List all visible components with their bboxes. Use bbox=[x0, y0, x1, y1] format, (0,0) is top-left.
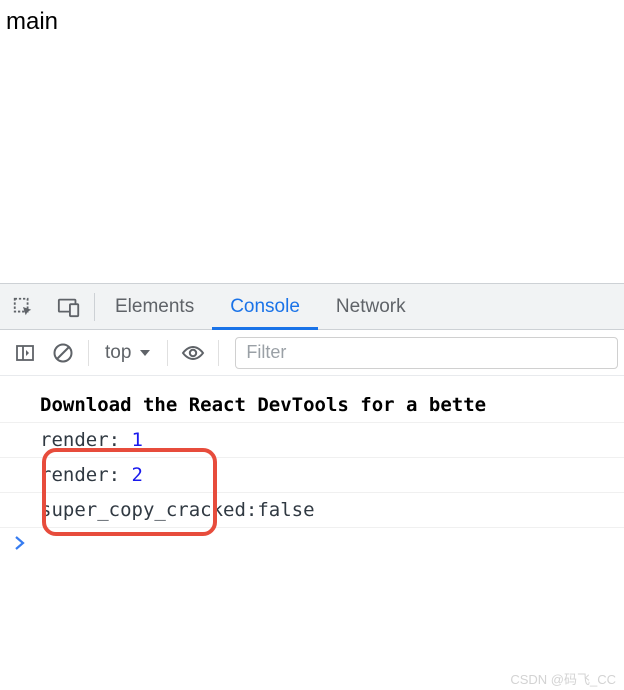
context-selector[interactable]: top bbox=[95, 330, 161, 376]
divider bbox=[94, 293, 95, 321]
tab-elements[interactable]: Elements bbox=[97, 284, 212, 330]
console-log-row: render: 2 bbox=[0, 458, 624, 493]
console-message: Download the React DevTools for a bette bbox=[0, 388, 624, 423]
console-output: Download the React DevTools for a bette … bbox=[0, 376, 624, 558]
console-log-label: render: bbox=[40, 464, 132, 486]
device-toggle-icon[interactable] bbox=[46, 284, 92, 330]
sidebar-toggle-icon[interactable] bbox=[6, 330, 44, 376]
tab-network[interactable]: Network bbox=[318, 284, 424, 330]
devtools-panel: Elements Console Network top bbox=[0, 283, 624, 558]
filter-input[interactable] bbox=[235, 337, 618, 369]
page-text: main bbox=[6, 8, 58, 35]
watermark: CSDN @码飞_CC bbox=[510, 669, 616, 688]
console-text: Download the React DevTools for a bette bbox=[40, 394, 486, 416]
console-log-value: 1 bbox=[132, 429, 143, 451]
clear-console-icon[interactable] bbox=[44, 330, 82, 376]
divider bbox=[167, 340, 168, 366]
console-log-value: 2 bbox=[132, 464, 143, 486]
divider bbox=[218, 340, 219, 366]
console-log-text: super_copy_cracked:false bbox=[40, 499, 315, 521]
tab-console[interactable]: Console bbox=[212, 284, 318, 330]
live-expression-icon[interactable] bbox=[174, 330, 212, 376]
devtools-tabs-bar: Elements Console Network bbox=[0, 284, 624, 330]
context-label: top bbox=[105, 342, 131, 364]
inspect-icon[interactable] bbox=[0, 284, 46, 330]
console-log-row: super_copy_cracked:false bbox=[0, 493, 624, 528]
console-prompt[interactable] bbox=[0, 528, 624, 558]
console-toolbar: top bbox=[0, 330, 624, 376]
console-log-label: render: bbox=[40, 429, 132, 451]
chevron-down-icon bbox=[139, 349, 151, 357]
console-log-row: render: 1 bbox=[0, 423, 624, 458]
prompt-caret-icon bbox=[14, 536, 26, 550]
page-content: main bbox=[0, 0, 624, 283]
divider bbox=[88, 340, 89, 366]
